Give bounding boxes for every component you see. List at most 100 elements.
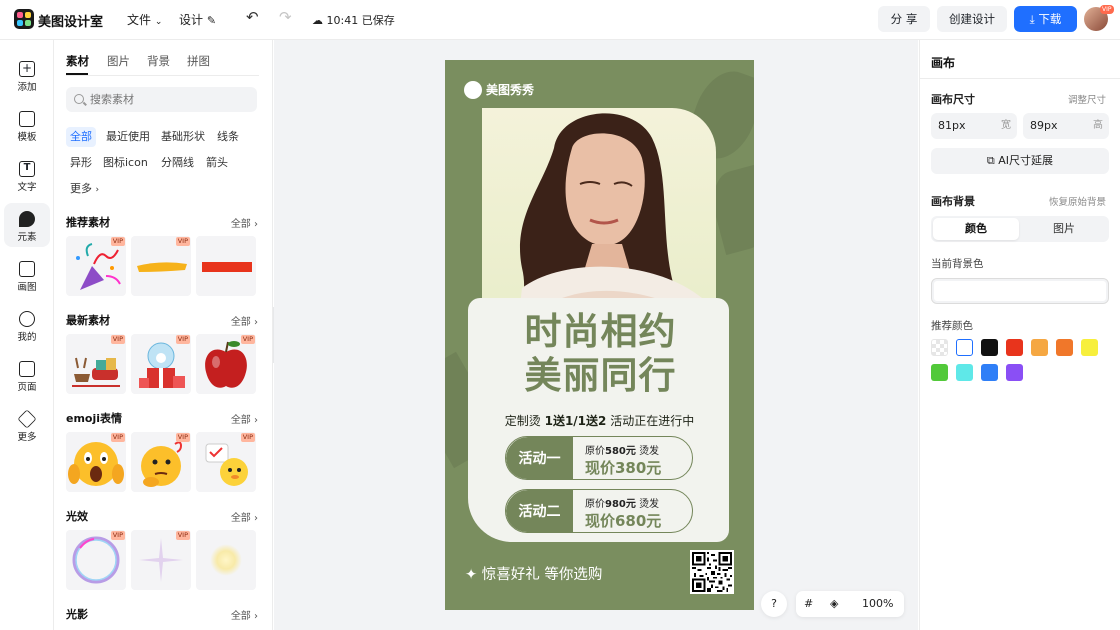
swatch-transparent[interactable] [931,339,948,356]
see-all-link[interactable]: 全部 › [231,509,258,524]
swatch-orange[interactable] [1056,339,1073,356]
undo-icon[interactable]: ↶ [246,8,259,26]
canvas-stage[interactable]: 美图秀秀 时尚相约 美丽同行 定制烫 1送1/1送2 活动正在进行中 活动一 原… [274,40,918,630]
activity-2-label: 活动二 [506,490,573,532]
current-bg-label: 当前背景色 [931,258,984,270]
chip-lines[interactable]: 线条 [213,127,243,147]
design-app: 美图设计室 文件 ⌄ 设计 ✎ ↶ ↷ ☁ 10:41 已保存 分 享 创建设计… [0,0,1120,630]
grid-icon[interactable]: # [804,591,813,617]
vip-badge: VIP [110,237,125,246]
asset-glow-spot[interactable] [196,530,256,590]
ai-extend-button[interactable]: ⧉ AI尺寸延展 [931,148,1109,174]
tab-image[interactable]: 图片 [107,53,130,69]
tab-material[interactable]: 素材 [66,53,89,69]
app-name[interactable]: 美图设计室 [38,11,103,30]
original-suffix: 烫发 [639,446,660,457]
chip-irregular[interactable]: 异形 [66,153,96,173]
swatch-blue[interactable] [981,364,998,381]
app-logo-icon[interactable] [14,9,34,29]
template-icon [19,111,35,127]
width-unit: 宽 [1001,120,1011,131]
swatch-yellow[interactable] [1081,339,1098,356]
asset-bubble-ring[interactable]: VIP [66,530,126,590]
headline-line-1: 时尚相约 [524,310,677,353]
headline-line-2: 美丽同行 [524,354,677,397]
design-menu[interactable]: 设计 ✎ [179,11,216,28]
slogan-text: 惊喜好礼 等你选购 [481,567,603,583]
see-all-link[interactable]: 全部 › [231,313,258,328]
swatch-purple[interactable] [1006,364,1023,381]
chip-recent[interactable]: 最近使用 [102,127,154,147]
vip-badge: VIP [240,433,255,442]
poster-canvas[interactable]: 美图秀秀 时尚相约 美丽同行 定制烫 1送1/1送2 活动正在进行中 活动一 原… [445,60,754,610]
swatch-green[interactable] [931,364,948,381]
rail-item-add[interactable]: + 添加 [0,53,54,97]
search-input[interactable] [90,87,250,112]
swatch-white[interactable] [956,339,973,356]
see-all-link[interactable]: 全部 › [231,607,258,622]
zoom-level[interactable]: 100% [862,591,893,617]
tab-color[interactable]: 颜色 [933,218,1019,240]
tab-picture[interactable]: 图片 [1021,218,1107,240]
chip-divider[interactable]: 分隔线 [157,153,198,173]
text-icon: T [19,161,35,177]
chip-all[interactable]: 全部 [66,127,96,147]
asset-christmas-sleigh[interactable]: VIP [66,334,126,394]
user-icon [19,311,35,327]
vip-badge: VIP [175,335,190,344]
chip-arrow[interactable]: 箭头 [202,153,232,173]
create-design-button[interactable]: 创建设计 [937,6,1007,32]
current-bg-color[interactable] [931,278,1109,304]
swatch-black[interactable] [981,339,998,356]
rail-item-page[interactable]: 页面 [0,353,54,397]
width-field[interactable]: 81px 宽 [931,113,1017,139]
layers-icon[interactable]: ◈ [830,591,838,617]
asset-sparkle-star[interactable]: VIP [131,530,191,590]
rail-item-mine[interactable]: 我的 [0,303,54,347]
chip-basic-shapes[interactable]: 基础形状 [157,127,209,147]
chip-icon[interactable]: 图标icon [99,153,152,173]
cloud-icon: ☁ [312,14,323,27]
share-button[interactable]: 分 享 [878,6,930,32]
chip-more[interactable]: 更多 › [66,179,103,199]
asset-duck-emoji[interactable]: VIP [196,432,256,492]
asset-thinking-emoji[interactable]: VIP [131,432,191,492]
download-button[interactable]: ⤓ 下载 [1014,6,1077,32]
asset-snow-globe-gift[interactable]: VIP [131,334,191,394]
rail-item-text[interactable]: T 文字 [0,153,54,197]
asset-party-popper[interactable]: VIP [66,236,126,296]
asset-red-apple[interactable]: VIP [196,334,256,394]
swatch-cyan[interactable] [956,364,973,381]
swatch-light-orange[interactable] [1031,339,1048,356]
activity-1-original: 原价580元 烫发 [585,442,659,457]
rail-label: 文字 [17,182,37,193]
tab-collage[interactable]: 拼图 [187,53,210,69]
search-icon [74,94,84,104]
height-field[interactable]: 89px 高 [1023,113,1109,139]
vip-badge: VIP [175,237,190,246]
rail-item-more[interactable]: 更多 [0,403,54,447]
promo-bold: 1送1/1送2 [544,414,607,428]
tab-background[interactable]: 背景 [147,53,170,69]
asset-shocked-emoji[interactable]: VIP [66,432,126,492]
asset-red-stripe[interactable] [196,236,256,296]
section-title-shadow: 光影 [66,608,88,621]
rail-item-template[interactable]: 模板 [0,103,54,147]
rail-item-paint[interactable]: 画图 [0,253,54,297]
swatch-red[interactable] [1006,339,1023,356]
help-button[interactable]: ? [761,591,787,617]
see-all-link[interactable]: 全部 › [231,411,258,426]
redo-icon[interactable]: ↷ [279,8,292,26]
see-all-link[interactable]: 全部 › [231,215,258,230]
section-title-recommended: 推荐素材 [66,216,110,229]
restore-bg-link[interactable]: 恢复原始背景 [1049,194,1106,208]
rail-item-element[interactable]: 元素 [4,203,50,247]
file-menu[interactable]: 文件 ⌄ [127,11,162,28]
ai-resize-icon: ⧉ [986,154,995,167]
asset-yellow-brush[interactable]: VIP [131,236,191,296]
search-box[interactable] [66,87,257,112]
height-unit: 高 [1093,120,1103,131]
resize-link[interactable]: 调整尺寸 [1068,92,1106,106]
divider [66,75,259,76]
more-icon [17,409,37,429]
